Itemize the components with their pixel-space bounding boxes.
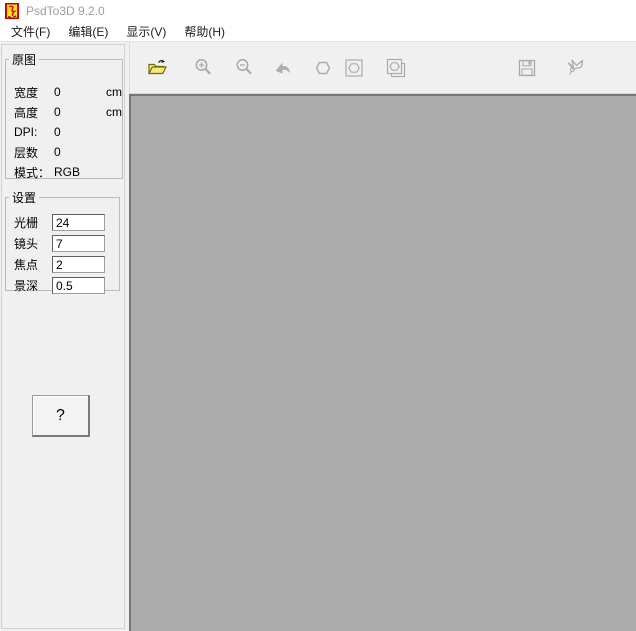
mode-value: RGB <box>54 165 106 179</box>
canvas-area <box>129 94 636 631</box>
layers-value: 0 <box>54 145 106 159</box>
height-label: 高度 <box>14 104 54 121</box>
dpi-value: 0 <box>54 125 106 139</box>
height-value: 0 <box>54 105 106 119</box>
row-mode: 模式： RGB <box>6 162 122 182</box>
open-button[interactable] <box>143 54 171 82</box>
width-value: 0 <box>54 85 106 99</box>
titlebar: PsdTo3D 9.2.0 <box>0 0 636 22</box>
lens-label: 镜头 <box>14 235 52 252</box>
depth-input[interactable] <box>52 277 105 294</box>
help-button[interactable]: ? <box>32 395 90 437</box>
focus-input[interactable] <box>52 256 105 273</box>
raster-input[interactable] <box>52 214 105 231</box>
menu-help[interactable]: 帮助(H) <box>175 21 234 42</box>
workspace: 原图 宽度 0 cm 高度 0 cm DPI: 0 <box>0 42 636 631</box>
dpi-label: DPI: <box>14 125 54 139</box>
lens-input[interactable] <box>52 235 105 252</box>
height-unit: cm <box>106 105 122 119</box>
export-button[interactable] <box>562 54 590 82</box>
save-icon <box>516 57 538 79</box>
raster-label: 光栅 <box>14 214 52 231</box>
hexagon-icon <box>312 57 334 79</box>
original-image-groupbox: 原图 宽度 0 cm 高度 0 cm DPI: 0 <box>5 51 123 179</box>
menu-view[interactable]: 显示(V) <box>117 21 175 42</box>
layers-label: 层数 <box>14 144 54 161</box>
export-icon <box>565 57 587 79</box>
window-title: PsdTo3D 9.2.0 <box>26 4 105 18</box>
app-window: PsdTo3D 9.2.0 文件(F) 编辑(E) 显示(V) 帮助(H) 原图… <box>0 0 636 631</box>
width-unit: cm <box>106 85 122 99</box>
hexagon-stack-icon <box>385 57 407 79</box>
row-layers: 层数 0 <box>6 142 122 162</box>
hexagon-frame-button[interactable] <box>340 54 368 82</box>
zoom-in-icon <box>193 57 215 79</box>
settings-groupbox: 设置 光栅 镜头 焦点 景深 <box>5 189 120 291</box>
undo-icon <box>272 57 294 79</box>
original-groupbox-title: 原图 <box>9 51 39 68</box>
menu-edit[interactable]: 编辑(E) <box>59 21 117 42</box>
field-depth: 景深 <box>6 275 119 296</box>
undo-button[interactable] <box>269 54 297 82</box>
save-button[interactable] <box>513 54 541 82</box>
focus-label: 焦点 <box>14 256 52 273</box>
left-panel: 原图 宽度 0 cm 高度 0 cm DPI: 0 <box>1 44 125 629</box>
row-height: 高度 0 cm <box>6 102 122 122</box>
row-dpi: DPI: 0 <box>6 122 122 142</box>
menubar: 文件(F) 编辑(E) 显示(V) 帮助(H) <box>0 22 636 42</box>
zoom-out-button[interactable] <box>231 54 259 82</box>
field-lens: 镜头 <box>6 233 119 254</box>
field-focus: 焦点 <box>6 254 119 275</box>
hexagon-button[interactable] <box>309 54 337 82</box>
mode-label: 模式： <box>14 164 54 181</box>
toolbar <box>129 42 636 94</box>
hexagon-frame-icon <box>343 57 365 79</box>
zoom-out-icon <box>234 57 256 79</box>
zoom-in-button[interactable] <box>190 54 218 82</box>
depth-label: 景深 <box>14 277 52 294</box>
psdto3d-app-icon <box>5 3 21 19</box>
width-label: 宽度 <box>14 84 54 101</box>
row-width: 宽度 0 cm <box>6 82 122 102</box>
field-raster: 光栅 <box>6 212 119 233</box>
hexagon-stack-button[interactable] <box>382 54 410 82</box>
open-folder-icon <box>146 57 168 79</box>
settings-groupbox-title: 设置 <box>9 189 39 206</box>
menu-file[interactable]: 文件(F) <box>2 21 59 42</box>
